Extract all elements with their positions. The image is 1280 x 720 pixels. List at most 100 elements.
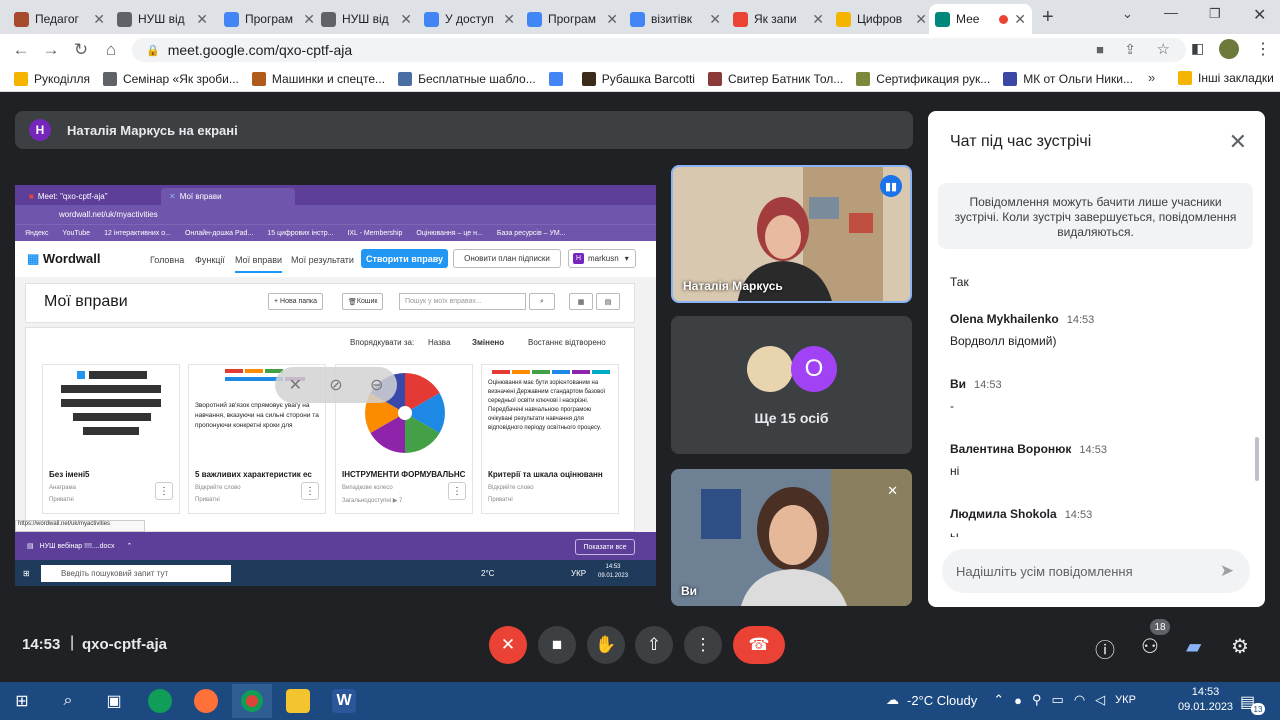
restore-icon[interactable]: ❐ — [1209, 6, 1221, 22]
presenting-text: Наталія Маркусь на екрані — [67, 122, 238, 138]
chat-message: Так — [950, 275, 969, 289]
participant-tile-self[interactable]: ✕ Ви — [671, 469, 912, 606]
tab-close-icon[interactable]: ✕ — [709, 11, 721, 28]
bookmark-item[interactable]: Бесплатные шабло... — [398, 71, 536, 86]
browser-tab[interactable]: Програм ✕ — [521, 4, 624, 34]
tab-favicon-icon — [117, 11, 132, 27]
raise-hand-button[interactable]: ✋ — [587, 626, 625, 664]
bookmark-item[interactable]: Сертификация рук... — [856, 71, 990, 86]
close-icon[interactable]: ✕ — [1229, 129, 1247, 155]
bookmark-item[interactable]: Машинки и спецте... — [251, 71, 385, 86]
tab-close-icon[interactable]: ✕ — [606, 11, 618, 28]
tab-search-icon[interactable]: ⌄ — [1122, 6, 1133, 22]
bookmark-item[interactable]: Семінар «Як зроби... — [102, 71, 239, 86]
other-bookmarks[interactable]: Інші закладки — [1178, 71, 1274, 85]
profile-avatar[interactable] — [1219, 39, 1239, 59]
bookmark-item[interactable]: МК от Ольги Ники... — [1003, 71, 1133, 86]
usb-icon[interactable]: ⚲ — [1032, 692, 1042, 708]
menu-icon[interactable]: ⋮ — [1255, 39, 1271, 59]
search-icon[interactable]: ⌕ — [56, 689, 80, 713]
back-icon[interactable]: ← — [6, 40, 36, 60]
edge-icon[interactable] — [148, 689, 172, 713]
chat-icon[interactable]: ▰ — [1186, 634, 1201, 659]
inner-tab-meet: ■ Meet: "qxo-cptf-aja" — [29, 192, 108, 201]
tab-close-icon[interactable]: ✕ — [1014, 11, 1026, 28]
camera-toggle-button[interactable]: ■ — [538, 626, 576, 664]
sidebar-icon[interactable]: ◧ — [1191, 40, 1204, 57]
chrome-taskbar-button[interactable] — [232, 684, 272, 718]
inner-bookmarks: Яндекс YouTube 12 інтерактивних о... Онлайн… — [15, 224, 656, 241]
bookmark-item[interactable] — [548, 71, 569, 86]
browser-tab[interactable]: НУШ від ✕ — [111, 4, 214, 34]
tab-favicon-icon — [836, 11, 851, 27]
inner-address-bar: wordwall.net/uk/myactivities — [15, 205, 656, 224]
meeting-clock: 14:53 — [22, 636, 61, 653]
file-explorer-icon[interactable] — [286, 689, 310, 713]
tab-close-icon[interactable]: ✕ — [93, 11, 105, 28]
tab-close-icon[interactable]: ✕ — [196, 11, 208, 28]
new-tab-icon[interactable]: + — [1042, 6, 1054, 29]
ww-search: Пошук у моїх вправах... — [399, 293, 526, 310]
activities-icon[interactable]: ⚙ — [1231, 634, 1249, 659]
wifi-icon[interactable]: ◠ — [1074, 692, 1085, 708]
bookmark-item[interactable]: Рукоділля — [14, 71, 90, 86]
task-view-icon[interactable]: ▣ — [102, 689, 126, 713]
tab-close-icon[interactable]: ✕ — [303, 11, 315, 28]
bookmark-icon — [251, 71, 266, 86]
browser-tab[interactable]: НУШ від ✕ — [315, 4, 418, 34]
browser-tab[interactable]: У доступ ✕ — [418, 4, 521, 34]
address-bar[interactable]: 🔒 meet.google.com/qxo-cptf-aja ■ ⇪ ☆ — [132, 38, 1186, 62]
share-icon[interactable]: ⇪ — [1124, 41, 1136, 58]
bookmark-icon — [548, 71, 563, 86]
ww-search-icon: ⌕ — [529, 293, 555, 310]
chat-scrollbar[interactable] — [1255, 437, 1259, 481]
participant-tile-speaker[interactable]: ▮▮ Наталія Маркусь — [671, 165, 912, 303]
participant-tile-others[interactable]: О Ще 15 осіб — [671, 316, 912, 454]
browser-tab[interactable]: Програм ✕ — [218, 4, 321, 34]
bookmark-icon — [856, 71, 871, 86]
tray-chevron-icon[interactable]: ⌃ — [993, 692, 1004, 708]
browser-tab[interactable]: Як запи ✕ — [727, 4, 830, 34]
chat-input[interactable]: Надішліть усім повідомлення ➤ — [942, 549, 1250, 593]
firefox-icon[interactable] — [194, 689, 218, 713]
tab-close-icon[interactable]: ✕ — [503, 11, 515, 28]
home-icon[interactable]: ⌂ — [96, 40, 126, 60]
leave-call-button[interactable]: ☎ — [733, 626, 785, 664]
taskbar-clock[interactable]: 14:53 09.01.2023 — [1178, 685, 1233, 715]
people-icon[interactable]: ⚇ — [1141, 634, 1159, 659]
tab-close-icon[interactable]: ✕ — [400, 11, 412, 28]
browser-tab[interactable]: Мее ✕ — [929, 4, 1032, 34]
send-icon[interactable]: ➤ — [1220, 561, 1234, 581]
weather-text[interactable]: -2°C Cloudy — [907, 693, 977, 708]
bookmark-star-icon[interactable]: ☆ — [1157, 40, 1170, 58]
more-bookmarks-icon[interactable]: » — [1148, 70, 1155, 85]
ww-activity-grid: Впорядкувати за: Назва Змінено Востаннє … — [25, 327, 635, 532]
bookmark-item[interactable]: Рубашка Barcotti — [581, 71, 695, 86]
minus-icon: ⊖ — [369, 377, 384, 394]
camera-icon[interactable]: ■ — [1096, 42, 1104, 57]
tab-close-icon[interactable]: ✕ — [812, 11, 824, 28]
start-icon[interactable]: ⊞ — [10, 689, 34, 713]
browser-tab[interactable]: візитівк ✕ — [624, 4, 727, 34]
mic-toggle-button[interactable]: ✕ — [489, 626, 527, 664]
info-icon[interactable]: ⓘ — [1095, 634, 1115, 663]
language-indicator[interactable]: УКР — [1115, 694, 1136, 706]
mic-tray-icon[interactable]: ● — [1014, 693, 1022, 708]
tab-favicon-icon — [733, 11, 748, 27]
forward-icon[interactable]: → — [36, 40, 66, 60]
battery-icon[interactable]: ▭ — [1052, 692, 1064, 708]
close-window-icon[interactable]: ✕ — [1253, 5, 1266, 25]
chat-notice: Повідомлення можуть бачити лише учасники… — [938, 183, 1253, 249]
more-options-button[interactable]: ⋮ — [684, 626, 722, 664]
present-button[interactable]: ⇧ — [635, 626, 673, 664]
browser-tab[interactable]: Педагог ✕ — [8, 4, 111, 34]
volume-icon[interactable]: ◁ — [1095, 692, 1105, 708]
bookmark-item[interactable]: Свитер Батник Тол... — [707, 71, 843, 86]
tab-close-icon[interactable]: ✕ — [915, 11, 927, 28]
reload-icon[interactable]: ↻ — [66, 40, 96, 60]
minimize-icon[interactable]: — — [1164, 4, 1178, 20]
word-icon[interactable]: W — [332, 689, 356, 713]
inner-bookmark-item: 12 інтерактивних о... — [104, 229, 171, 237]
presenting-banner: Н Наталія Маркусь на екрані — [15, 111, 913, 149]
browser-tab[interactable]: Цифров ✕ — [830, 4, 933, 34]
